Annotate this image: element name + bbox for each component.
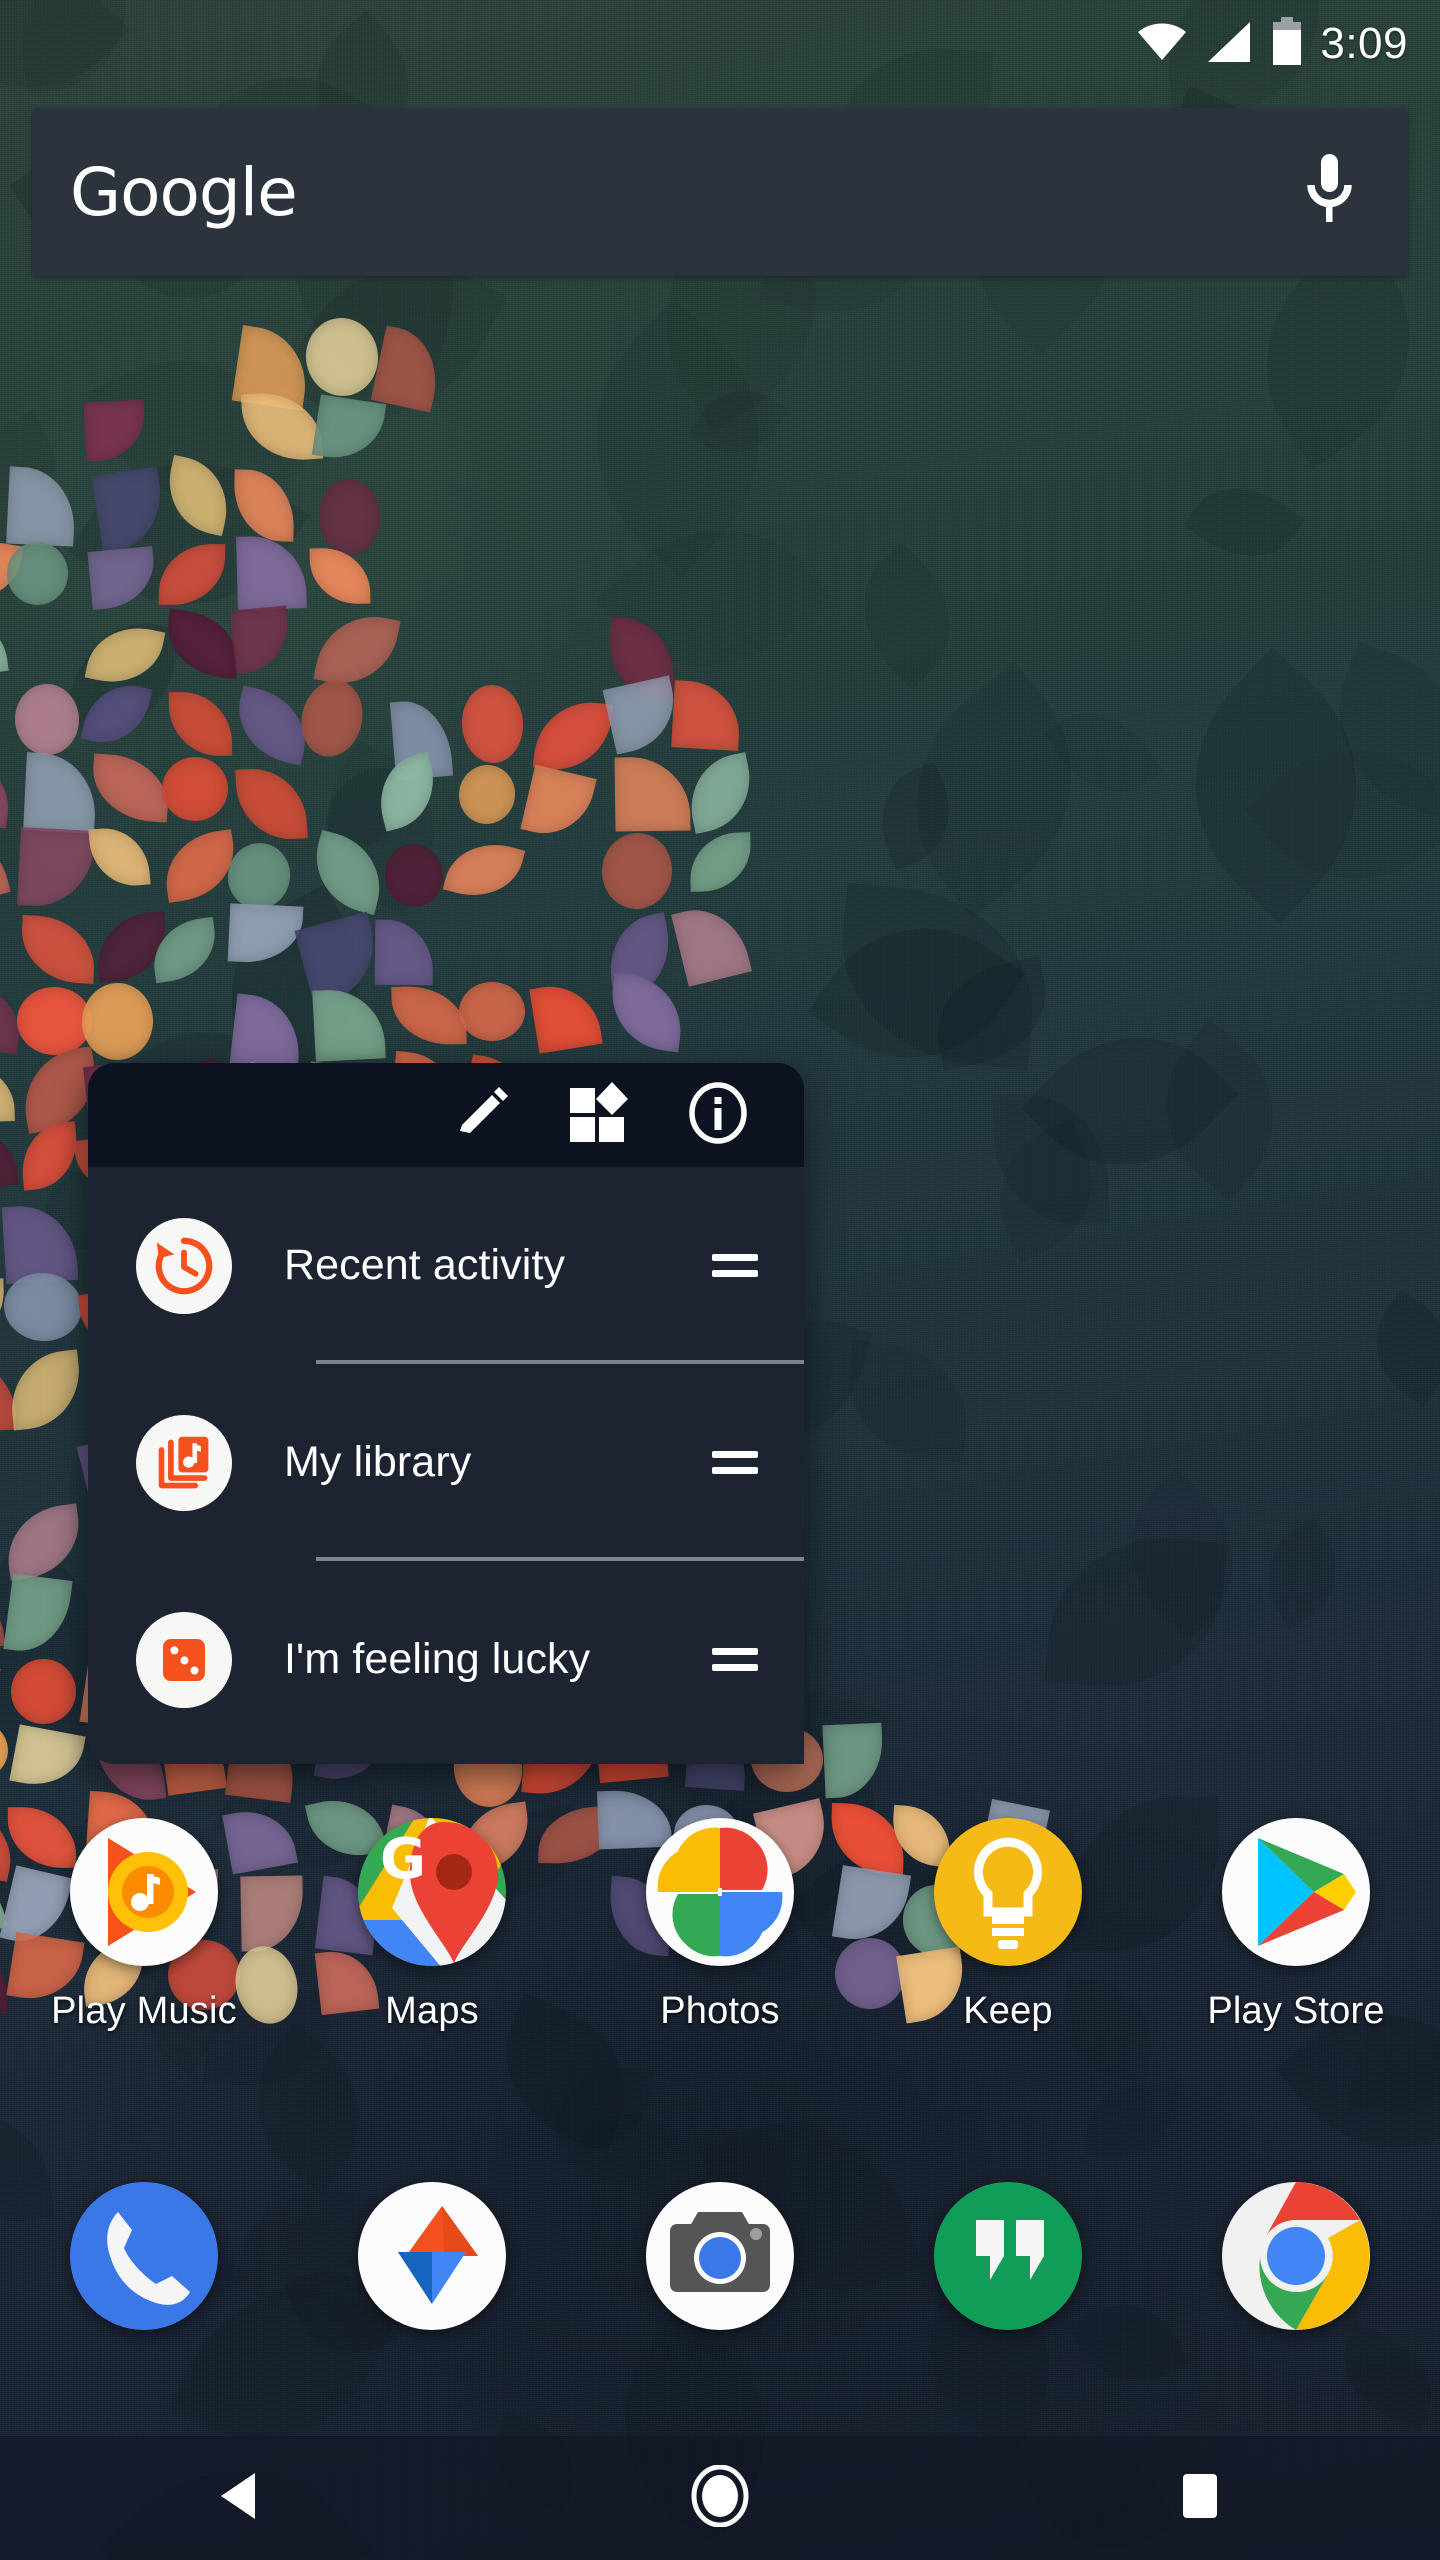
recents-square-icon [1180,2471,1220,2526]
app-label: Keep [963,1990,1053,2032]
back-triangle-icon [217,2470,263,2527]
dock-app-drive[interactable] [317,2180,547,2332]
shortcut-recent-activity[interactable]: Recent activity [88,1167,804,1364]
google-logo-text: Google [70,153,298,231]
shortcut-im-feeling-lucky[interactable]: I'm feeling lucky [88,1561,804,1758]
app-play-store[interactable]: Play Store [1181,1816,1411,2033]
drag-handle-icon[interactable] [712,1245,758,1286]
wifi-icon [1136,22,1188,67]
battery-icon [1270,16,1304,72]
back-button[interactable] [0,2470,480,2527]
shortcut-my-library[interactable]: My library [88,1364,804,1561]
app-label: Maps [385,1990,479,2032]
home-screen-dock [0,2180,1440,2332]
recents-button[interactable] [960,2471,1440,2526]
chrome-icon [1220,2180,1372,2332]
dock-app-hangouts[interactable] [893,2180,1123,2332]
drag-handle-icon[interactable] [712,1639,758,1680]
home-screen-app-row: Play Music G Maps Photos Keep Play Store [0,1816,1440,2033]
dock-app-phone[interactable] [29,2180,259,2332]
drag-handle-icon[interactable] [712,1442,758,1483]
shortcut-label: My library [284,1438,472,1486]
navigation-bar [0,2436,1440,2560]
shortcut-label: I'm feeling lucky [284,1635,591,1683]
app-info-icon[interactable] [688,1081,748,1149]
keep-icon [932,1816,1084,1968]
camera-icon [644,2180,796,2332]
dock-app-chrome[interactable] [1181,2180,1411,2332]
edit-pencil-icon[interactable] [454,1085,510,1146]
dice-icon [136,1611,232,1708]
hangouts-icon [932,2180,1084,2332]
app-label: Photos [660,1990,780,2032]
status-bar-clock: 3:09 [1320,19,1408,68]
photos-icon [644,1816,796,1968]
home-circle-icon [691,2464,749,2532]
play-music-icon [68,1816,220,1968]
popup-shortcut-list: Recent activity My library I'm feeling l… [88,1167,804,1764]
app-photos[interactable]: Photos [605,1816,835,2033]
widgets-icon[interactable] [568,1081,630,1149]
music-library-icon [136,1414,232,1511]
phone-icon [68,2180,220,2332]
status-bar: 3:09 [0,0,1440,88]
app-label: Play Store [1207,1990,1385,2032]
maps-icon: G [356,1816,508,1968]
microphone-icon[interactable] [1302,152,1356,233]
app-keep[interactable]: Keep [893,1816,1123,2033]
app-label: Play Music [51,1990,237,2032]
cellular-signal-icon [1204,20,1254,69]
play-store-icon [1220,1816,1372,1968]
app-maps[interactable]: G Maps [317,1816,547,2033]
popup-header-toolbar [88,1063,804,1167]
app-play-music[interactable]: Play Music [29,1816,259,2033]
drive-icon [356,2180,508,2332]
app-shortcut-popup[interactable]: Recent activity My library I'm feeling l… [88,1063,804,1764]
home-button[interactable] [480,2464,960,2532]
shortcut-label: Recent activity [284,1241,566,1289]
history-icon [136,1217,232,1314]
google-search-bar[interactable]: Google [32,108,1408,276]
dock-app-camera[interactable] [605,2180,835,2332]
svg-text:G: G [380,1827,426,1892]
